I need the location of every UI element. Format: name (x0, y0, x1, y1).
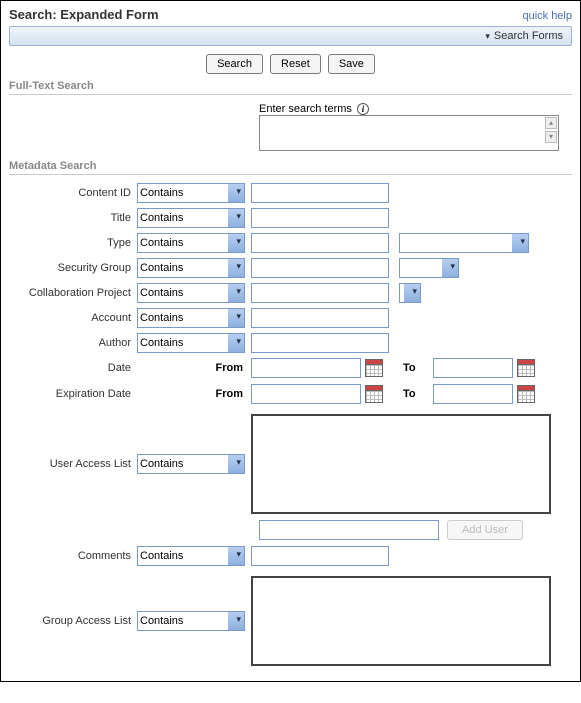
label-user-access-list: User Access List (9, 458, 137, 470)
row-user-access-list: User Access List Contains (9, 414, 572, 514)
operator-content-id[interactable]: Contains (137, 183, 245, 203)
row-comments: Comments Contains (9, 546, 572, 566)
input-account[interactable] (251, 308, 389, 328)
fulltext-input[interactable] (259, 115, 559, 151)
input-add-user[interactable] (259, 520, 439, 540)
operator-collab-project[interactable]: Contains (137, 283, 245, 303)
metadata-section-title: Metadata Search (9, 160, 572, 172)
row-type: Type Contains (9, 233, 572, 253)
fulltext-row: Enter search terms i ▴ ▾ (9, 103, 572, 154)
label-from: From (213, 362, 243, 374)
search-forms-dropdown[interactable]: ▾ Search Forms (9, 26, 572, 46)
quick-help-link[interactable]: quick help (522, 10, 572, 22)
operator-group-access-list[interactable]: Contains (137, 611, 245, 631)
row-group-access-list: Group Access List Contains (9, 576, 572, 666)
search-forms-label: Search Forms (494, 30, 563, 42)
input-collab-project[interactable] (251, 283, 389, 303)
label-type: Type (9, 237, 137, 249)
fulltext-section-title: Full-Text Search (9, 80, 572, 92)
fulltext-label: Enter search terms (259, 103, 352, 115)
input-date-to[interactable] (433, 358, 513, 378)
label-group-access-list: Group Access List (9, 615, 137, 627)
operator-user-access-list[interactable]: Contains (137, 454, 245, 474)
add-user-button: Add User (447, 520, 523, 540)
row-add-user: Add User (259, 520, 572, 540)
operator-account[interactable]: Contains (137, 308, 245, 328)
row-expiration-date: Expiration Date From To (9, 384, 572, 404)
row-security-group: Security Group Contains (9, 258, 572, 278)
label-author: Author (9, 337, 137, 349)
input-comments[interactable] (251, 546, 389, 566)
label-title: Title (9, 212, 137, 224)
action-button-row: Search Reset Save (9, 54, 572, 74)
operator-comments[interactable]: Contains (137, 546, 245, 566)
label-to: To (403, 362, 427, 374)
row-date: Date From To (9, 358, 572, 378)
label-security-group: Security Group (9, 262, 137, 274)
calendar-icon[interactable] (517, 385, 535, 403)
label-content-id: Content ID (9, 187, 137, 199)
divider (9, 94, 572, 95)
input-date-from[interactable] (251, 358, 361, 378)
divider (9, 174, 572, 175)
operator-author[interactable]: Contains (137, 333, 245, 353)
calendar-icon[interactable] (365, 385, 383, 403)
label-from: From (213, 388, 243, 400)
input-content-id[interactable] (251, 183, 389, 203)
picker-security-group[interactable] (399, 258, 459, 278)
input-type[interactable] (251, 233, 389, 253)
operator-type[interactable]: Contains (137, 233, 245, 253)
label-account: Account (9, 312, 137, 324)
picker-collab-project[interactable] (399, 283, 421, 303)
picker-type[interactable] (399, 233, 529, 253)
calendar-icon[interactable] (517, 359, 535, 377)
label-expiration-date: Expiration Date (9, 388, 137, 400)
calendar-icon[interactable] (365, 359, 383, 377)
textarea-group-access-list[interactable] (251, 576, 551, 666)
caret-down-icon: ▾ (485, 31, 490, 42)
search-form-container: Search: Expanded Form quick help ▾ Search… (0, 0, 581, 682)
operator-security-group[interactable]: Contains (137, 258, 245, 278)
input-expiration-to[interactable] (433, 384, 513, 404)
label-to: To (403, 388, 427, 400)
row-title: Title Contains (9, 208, 572, 228)
input-security-group[interactable] (251, 258, 389, 278)
page-title: Search: Expanded Form (9, 7, 159, 22)
row-account: Account Contains (9, 308, 572, 328)
input-title[interactable] (251, 208, 389, 228)
input-expiration-from[interactable] (251, 384, 361, 404)
input-author[interactable] (251, 333, 389, 353)
reset-button[interactable]: Reset (270, 54, 321, 74)
header-row: Search: Expanded Form quick help (9, 7, 572, 22)
info-icon[interactable]: i (357, 103, 369, 115)
search-button[interactable]: Search (206, 54, 263, 74)
label-comments: Comments (9, 550, 137, 562)
label-date: Date (9, 362, 137, 374)
operator-title[interactable]: Contains (137, 208, 245, 228)
row-collab-project: Collaboration Project Contains (9, 283, 572, 303)
textarea-user-access-list[interactable] (251, 414, 551, 514)
row-author: Author Contains (9, 333, 572, 353)
label-collab-project: Collaboration Project (9, 287, 137, 299)
save-button[interactable]: Save (328, 54, 375, 74)
row-content-id: Content ID Contains (9, 183, 572, 203)
